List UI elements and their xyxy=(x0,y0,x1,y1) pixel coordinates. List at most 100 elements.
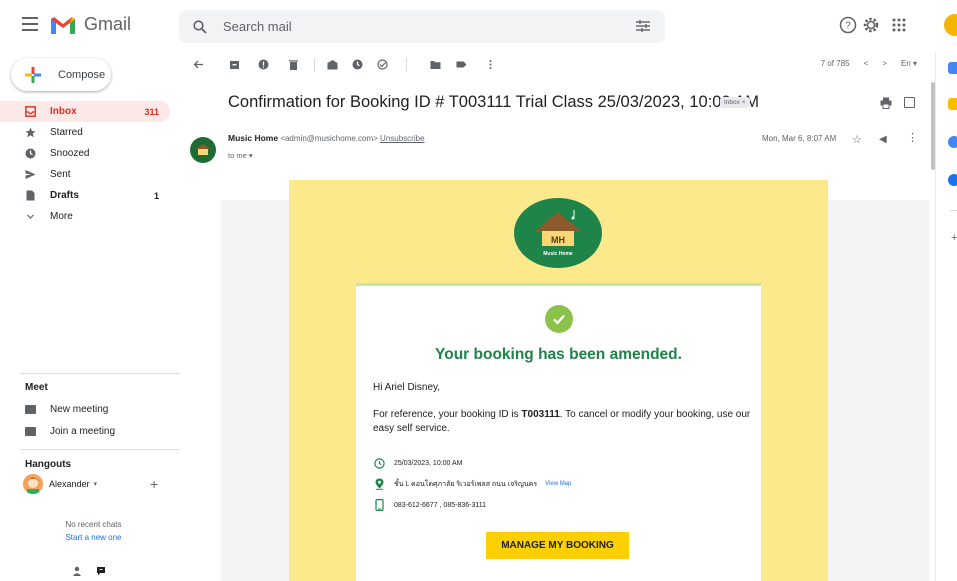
app-name: Gmail xyxy=(84,14,132,34)
reply-icon[interactable]: ◀ xyxy=(879,134,887,145)
sidebar-item-label: Inbox xyxy=(50,106,77,117)
sidebar-divider xyxy=(20,449,180,450)
gmail-logo[interactable]: Gmail xyxy=(50,14,131,35)
main-menu-icon[interactable] xyxy=(22,17,38,31)
input-language: En xyxy=(900,59,911,68)
recipient-details[interactable]: to me ▾ xyxy=(228,151,253,160)
keyboard-icon xyxy=(25,427,36,436)
report-spam-icon[interactable] xyxy=(258,59,269,70)
clock-icon xyxy=(25,148,36,159)
caret-down-icon[interactable]: ▾ xyxy=(94,480,98,488)
back-arrow-icon[interactable] xyxy=(193,59,204,70)
archive-icon[interactable] xyxy=(229,59,240,70)
reference-paragraph: For reference, your booking ID is T00311… xyxy=(373,408,753,436)
sidebar-item-inbox[interactable]: Inbox 311 xyxy=(0,101,170,122)
print-icon[interactable] xyxy=(880,97,892,109)
manage-booking-button[interactable]: MANAGE MY BOOKING xyxy=(486,532,629,559)
sidebar-footer xyxy=(72,566,106,576)
join-meeting-label: Join a meeting xyxy=(50,426,116,437)
search-options-icon[interactable] xyxy=(635,19,651,33)
sender-name[interactable]: Music Home xyxy=(228,133,278,143)
new-meeting-link[interactable]: New meeting xyxy=(25,404,108,415)
input-tools-button[interactable]: En ▾ xyxy=(901,59,917,68)
para-prefix: For reference, your booking ID is xyxy=(373,409,522,420)
compose-label: Compose xyxy=(58,68,106,81)
more-options-icon[interactable] xyxy=(485,59,496,70)
sidebar-item-label: Sent xyxy=(50,169,71,180)
checkmark-icon xyxy=(545,305,573,333)
message-more-icon[interactable]: ⋮ xyxy=(907,131,918,144)
move-to-icon[interactable] xyxy=(430,59,441,70)
join-meeting-link[interactable]: Join a meeting xyxy=(25,426,115,437)
video-camera-icon xyxy=(25,405,36,414)
search-icon[interactable] xyxy=(193,19,207,34)
calendar-icon[interactable] xyxy=(948,62,957,74)
music-home-logo: MH Music Home xyxy=(514,198,602,268)
compose-plus-icon xyxy=(25,66,41,83)
search-bar[interactable]: Search mail xyxy=(179,10,665,43)
tasks-icon[interactable] xyxy=(948,136,957,148)
meet-section-title: Meet xyxy=(25,382,48,393)
inbox-label-chip[interactable]: Inbox × xyxy=(720,97,750,108)
keep-icon[interactable] xyxy=(948,98,957,110)
send-icon xyxy=(25,169,36,180)
settings-gear-icon[interactable] xyxy=(862,16,880,34)
side-panel-rail xyxy=(935,52,957,581)
account-avatar[interactable] xyxy=(944,14,957,36)
chevron-down-icon xyxy=(25,211,36,222)
unsubscribe-link[interactable]: Unsubscribe xyxy=(380,134,424,143)
sidebar-item-more[interactable]: More xyxy=(0,206,170,227)
sidebar-item-label: Snoozed xyxy=(50,148,90,159)
sidebar-item-starred[interactable]: Starred xyxy=(0,122,170,143)
hangouts-user[interactable]: Alexander ▾ xyxy=(23,474,97,494)
sidebar-item-sent[interactable]: Sent xyxy=(0,164,170,185)
open-new-window-icon[interactable] xyxy=(904,97,915,108)
view-map-link[interactable]: View Map xyxy=(545,481,571,487)
sidebar-item-label: More xyxy=(50,211,73,222)
sidebar-item-label: Starred xyxy=(50,127,83,138)
pagination: 7 of 785 < > En ▾ xyxy=(821,59,917,68)
label-icon[interactable] xyxy=(456,59,467,70)
sender-avatar xyxy=(190,137,216,163)
mark-unread-icon[interactable] xyxy=(327,59,338,70)
inbox-icon xyxy=(25,106,36,117)
no-chats-text: No recent chats xyxy=(65,520,122,529)
sidebar-item-snoozed[interactable]: Snoozed xyxy=(0,143,170,164)
gmail-m-icon xyxy=(51,16,75,34)
clock-icon xyxy=(373,457,385,469)
location-pin-icon xyxy=(373,478,385,490)
delete-icon[interactable] xyxy=(288,59,299,70)
add-task-icon[interactable] xyxy=(377,59,388,70)
sender-email: <admin@musichome.com> xyxy=(280,134,378,143)
snooze-icon[interactable] xyxy=(352,59,363,70)
logo-caption: Music Home xyxy=(543,251,573,257)
star-icon xyxy=(25,127,36,138)
sidebar-divider xyxy=(20,373,180,374)
sidebar-nav: Inbox 311 Starred Snoozed Sent Drafts 1 … xyxy=(0,101,170,227)
prev-page-icon[interactable]: < xyxy=(864,59,869,68)
page-count: 7 of 785 xyxy=(820,59,850,68)
sidebar-item-drafts[interactable]: Drafts 1 xyxy=(0,185,170,206)
apps-grid-icon[interactable] xyxy=(890,16,908,34)
greeting: Hi Ariel Disney, xyxy=(373,382,441,393)
search-input[interactable]: Search mail xyxy=(223,19,292,34)
compose-button[interactable]: Compose xyxy=(11,58,111,91)
contacts-icon[interactable] xyxy=(948,174,957,186)
booking-phone: 083-612-6677 , 085-836-3111 xyxy=(373,499,486,511)
rail-divider xyxy=(950,210,957,211)
person-icon[interactable] xyxy=(72,566,82,576)
email-subject: Confirmation for Booking ID # T003111 Tr… xyxy=(228,93,760,111)
start-new-chat-link[interactable]: Start a new one xyxy=(0,533,187,542)
toolbar-separator xyxy=(314,58,315,72)
get-addons-icon[interactable]: + xyxy=(951,232,957,244)
next-page-icon[interactable]: > xyxy=(882,59,887,68)
unread-count: 311 xyxy=(144,106,159,117)
booking-id: T003111 xyxy=(521,409,560,420)
add-chat-icon[interactable]: + xyxy=(150,476,158,492)
draft-icon xyxy=(25,190,36,201)
booking-datetime: 25/03/2023, 10:00 AM xyxy=(373,457,463,469)
chat-bubble-icon[interactable] xyxy=(96,566,106,576)
star-message-icon[interactable]: ☆ xyxy=(852,133,862,146)
drafts-count: 1 xyxy=(153,190,159,201)
help-icon[interactable]: ? xyxy=(839,16,857,34)
